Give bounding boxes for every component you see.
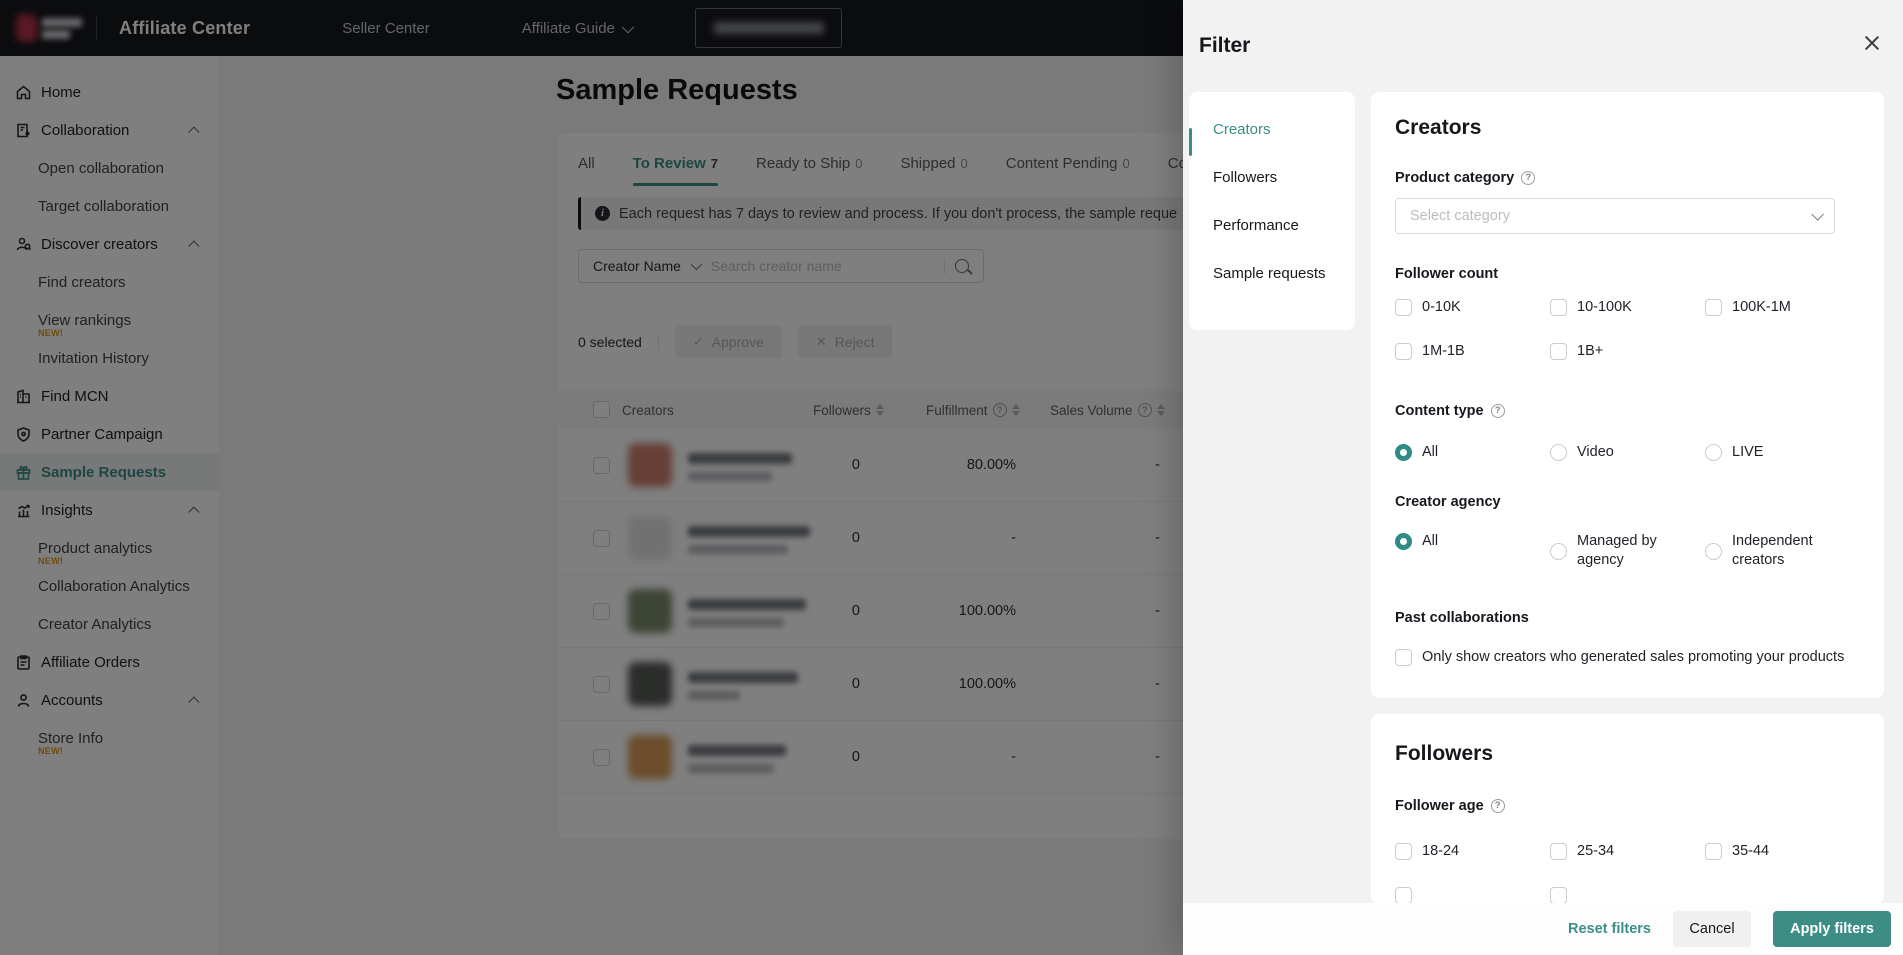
section-heading-creators: Creators [1395,114,1860,142]
filter-menu-creators[interactable]: Creators [1189,106,1355,154]
filter-panel-title: Filter [1199,34,1250,58]
checkbox-option[interactable]: 0-10K [1395,298,1550,317]
follower-count-label: Follower count [1395,264,1860,284]
checkbox-option[interactable]: 100K-1M [1705,298,1860,317]
filter-followers-card: Followers Follower age ? 18-24 25-34 35-… [1371,714,1884,904]
checkbox-option[interactable]: 1M-1B [1395,342,1550,361]
reset-filters-button[interactable]: Reset filters [1568,921,1651,937]
checkbox-option[interactable]: 10-100K [1550,298,1705,317]
radio[interactable] [1550,543,1567,560]
creator-agency-options: All Managed by agency Independent creato… [1395,532,1860,570]
checkbox[interactable] [1395,649,1412,666]
radio[interactable] [1705,543,1722,560]
apply-filters-button[interactable]: Apply filters [1773,911,1891,947]
radio-selected[interactable] [1395,444,1412,461]
content-type-label: Content type ? [1395,401,1860,421]
radio-option[interactable]: All [1395,443,1550,462]
checkbox[interactable] [1550,887,1567,904]
checkbox[interactable] [1705,843,1722,860]
checkbox[interactable] [1550,343,1567,360]
app-root: Affiliate Center Seller Center Affiliate… [0,0,1903,955]
follower-count-options: 0-10K 10-100K 100K-1M 1M-1B 1B+ [1395,298,1860,361]
follower-age-options: 18-24 25-34 35-44 [1395,842,1860,861]
cancel-button[interactable]: Cancel [1673,911,1751,947]
chevron-down-icon [1811,208,1824,221]
radio-option[interactable]: Managed by agency [1550,532,1705,570]
past-collaborations-label: Past collaborations [1395,608,1860,628]
follower-age-label: Follower age ? [1395,796,1860,816]
checkbox-option[interactable]: 18-24 [1395,842,1550,861]
checkbox-option[interactable] [1395,887,1550,904]
active-indicator [1189,128,1192,156]
radio-option[interactable]: All [1395,532,1550,551]
radio-option[interactable]: LIVE [1705,443,1860,462]
content-type-options: All Video LIVE [1395,443,1860,462]
creator-agency-label: Creator agency [1395,492,1860,512]
product-category-label: Product category ? [1395,168,1860,188]
filter-menu-performance[interactable]: Performance [1189,202,1355,250]
follower-age-options-clipped [1395,887,1860,904]
radio-option[interactable]: Video [1550,443,1705,462]
help-icon: ? [1491,404,1505,418]
checkbox[interactable] [1705,299,1722,316]
checkbox[interactable] [1395,299,1412,316]
radio-selected[interactable] [1395,533,1412,550]
past-collaborations-checkbox-option[interactable]: Only show creators who generated sales p… [1395,648,1860,667]
section-heading-followers: Followers [1395,740,1860,768]
radio[interactable] [1550,444,1567,461]
filter-menu-sample-requests[interactable]: Sample requests [1189,250,1355,298]
help-icon: ? [1521,171,1535,185]
product-category-select[interactable]: Select category [1395,198,1835,234]
checkbox[interactable] [1395,343,1412,360]
checkbox[interactable] [1395,843,1412,860]
checkbox-option[interactable]: 1B+ [1550,342,1705,361]
filter-footer: Reset filters Cancel Apply filters [1183,903,1903,955]
checkbox[interactable] [1550,843,1567,860]
close-icon[interactable] [1861,32,1883,54]
filter-panel: Filter Creators Followers Performance Sa… [1183,0,1903,955]
checkbox-option[interactable]: 35-44 [1705,842,1860,861]
checkbox[interactable] [1395,887,1412,904]
filter-section-menu: Creators Followers Performance Sample re… [1189,92,1355,330]
filter-creators-card: Creators Product category ? Select categ… [1371,92,1884,698]
checkbox-option[interactable] [1550,887,1705,904]
checkbox[interactable] [1550,299,1567,316]
help-icon: ? [1491,799,1505,813]
filter-menu-followers[interactable]: Followers [1189,154,1355,202]
radio-option[interactable]: Independent creators [1705,532,1860,570]
radio[interactable] [1705,444,1722,461]
checkbox-option[interactable]: 25-34 [1550,842,1705,861]
